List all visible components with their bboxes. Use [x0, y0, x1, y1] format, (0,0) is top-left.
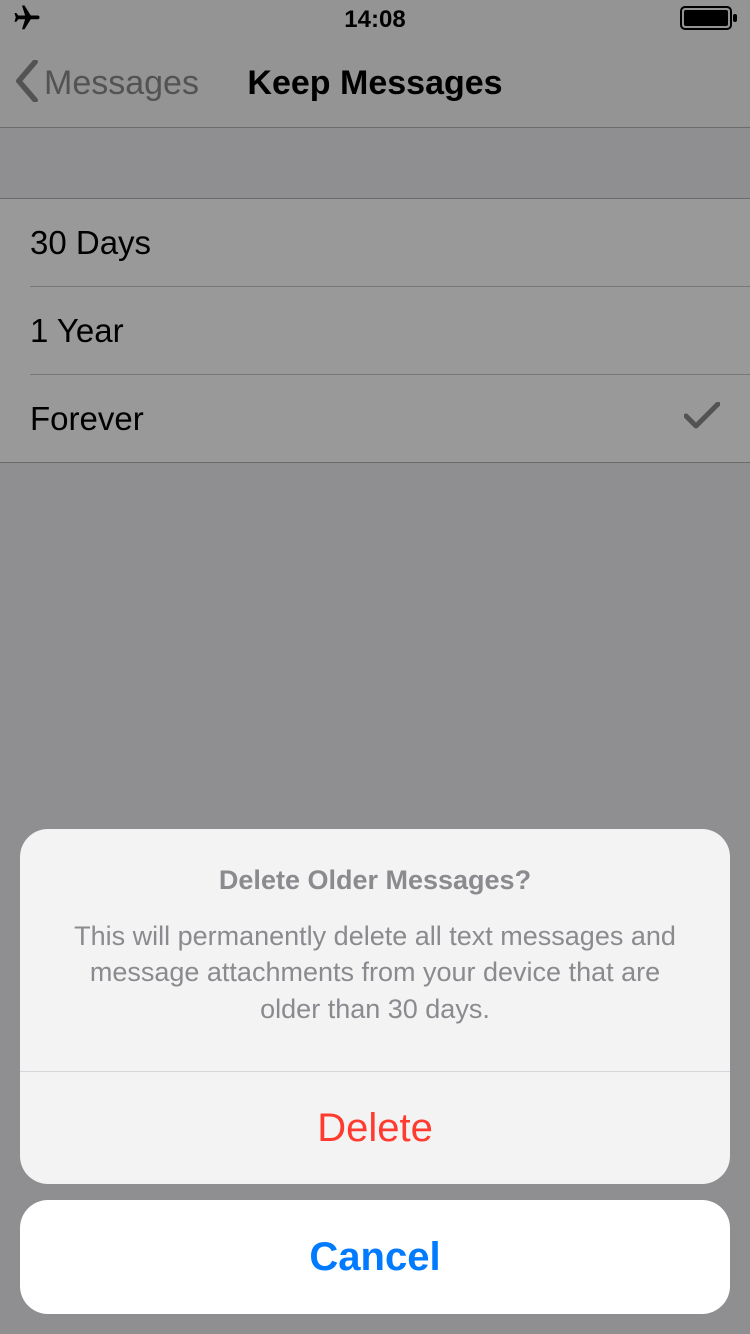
delete-button[interactable]: Delete [20, 1072, 730, 1184]
action-sheet-title: Delete Older Messages? [60, 865, 690, 896]
action-sheet: Delete Older Messages? This will permane… [20, 829, 730, 1314]
action-sheet-header: Delete Older Messages? This will permane… [20, 829, 730, 1071]
action-sheet-message: This will permanently delete all text me… [60, 918, 690, 1027]
action-sheet-card: Delete Older Messages? This will permane… [20, 829, 730, 1184]
cancel-button[interactable]: Cancel [20, 1200, 730, 1314]
